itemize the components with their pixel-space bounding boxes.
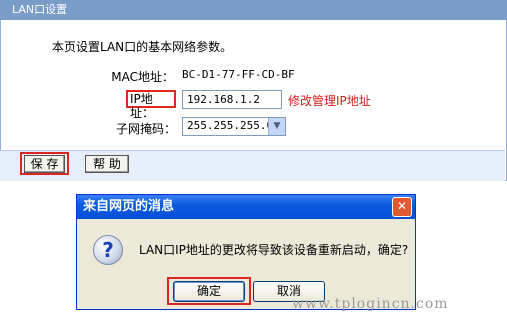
mac-value: BC-D1-77-FF-CD-BF (182, 68, 295, 81)
panel-description: 本页设置LAN口的基本网络参数。 (52, 40, 233, 54)
subnet-mask-label: 子网掩码： (115, 122, 176, 136)
confirm-dialog: 来自网页的消息 ✕ ? LAN口IP地址的更改将导致该设备重新启动，确定? 确定… (76, 194, 416, 310)
ip-note: 修改管理IP地址 (288, 94, 371, 108)
ip-label: IP地址： (126, 90, 176, 120)
subnet-mask-select[interactable]: 255.255.255.0 ▼ (182, 117, 286, 136)
mac-label: MAC地址： (111, 70, 174, 84)
panel-title: LAN口设置 (0, 0, 507, 20)
ok-button[interactable]: 确定 (173, 281, 245, 302)
watermark: www.tplogincn.com (292, 296, 449, 312)
button-bar (0, 150, 505, 181)
question-icon: ? (93, 235, 123, 265)
save-button[interactable]: 保 存 (24, 155, 65, 173)
dialog-title: 来自网页的消息 (77, 195, 415, 219)
help-button[interactable]: 帮 助 (85, 155, 129, 173)
chevron-down-icon[interactable]: ▼ (268, 118, 285, 135)
dialog-message: LAN口IP地址的更改将导致该设备重新启动，确定? (139, 243, 409, 257)
subnet-mask-value: 255.255.255.0 (187, 119, 274, 132)
close-icon[interactable]: ✕ (392, 197, 412, 217)
ip-address-input[interactable]: 192.168.1.2 (182, 90, 282, 109)
